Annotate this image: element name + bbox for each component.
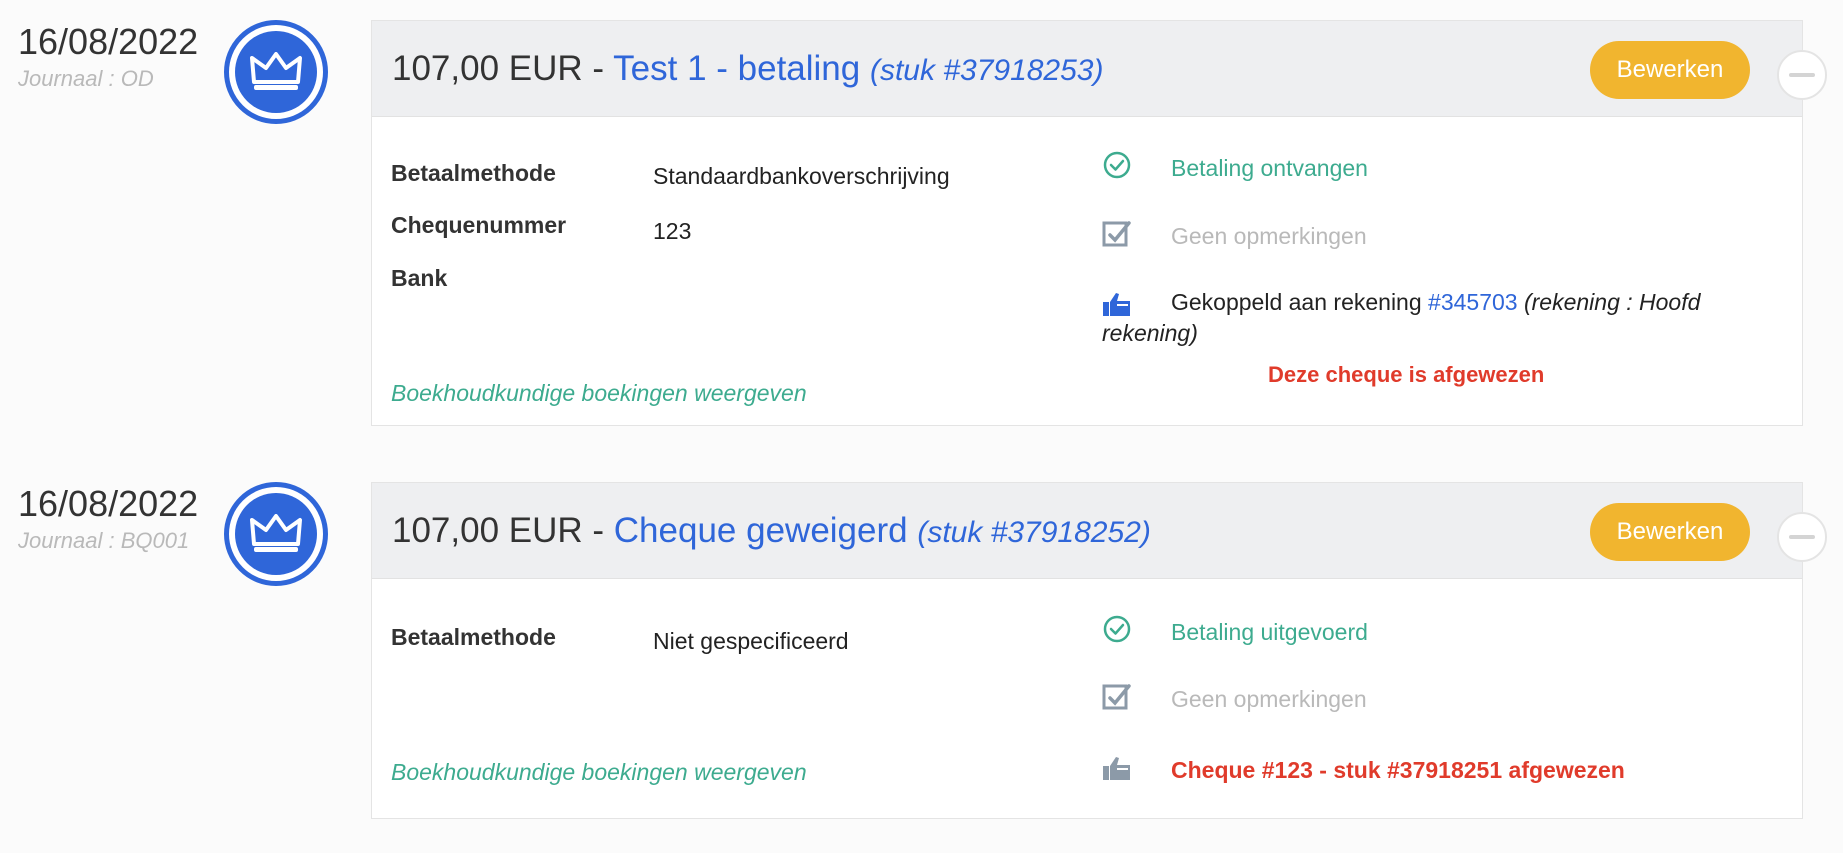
linked-account-text: Gekoppeld aan rekening #345703 (rekening… <box>1102 289 1701 346</box>
entry-date: 16/08/2022 <box>18 21 199 62</box>
entry-date-column: 16/08/2022 Journaal : OD <box>18 20 218 92</box>
piece-number[interactable]: (stuk #37918252) <box>917 516 1151 549</box>
edit-note-icon <box>1102 221 1131 247</box>
collapse-button[interactable] <box>1777 50 1827 100</box>
field-value-payment-method: Standaardbankoverschrijving <box>653 163 950 189</box>
field-value-payment-method: Niet gespecificeerd <box>653 628 849 654</box>
payment-card: 107,00 EUR - Cheque geweigerd (stuk #379… <box>371 482 1827 819</box>
linked-account-link[interactable]: #345703 <box>1428 289 1518 315</box>
check-circle-icon <box>1103 151 1131 179</box>
entry-date: 16/08/2022 <box>18 483 199 524</box>
payment-status: Betaling uitgevoerd <box>1171 619 1368 645</box>
minus-icon <box>1789 535 1815 539</box>
card-title: 107,00 EUR - Cheque geweigerd (stuk #379… <box>392 511 1151 550</box>
payment-title-link[interactable]: Test 1 - betaling <box>613 49 860 88</box>
piece-number[interactable]: (stuk #37918253) <box>870 54 1104 87</box>
payment-title-link[interactable]: Cheque geweigerd <box>614 511 908 550</box>
rejected-notice: Deze cheque is afgewezen <box>1268 362 1545 387</box>
card-header: 107,00 EUR - Cheque geweigerd (stuk #379… <box>372 483 1827 579</box>
rejected-notice: Cheque #123 - stuk #37918251 afgewezen <box>1171 757 1625 783</box>
remarks-status: Geen opmerkingen <box>1171 686 1367 712</box>
avatar <box>224 482 328 586</box>
entry-journal: Journaal : BQ001 <box>18 528 190 553</box>
field-label-cheque-number: Chequenummer <box>391 212 567 238</box>
check-circle-icon <box>1103 615 1131 643</box>
payment-amount: 107,00 EUR <box>392 49 583 88</box>
field-label-payment-method: Betaalmethode <box>391 624 556 650</box>
edit-note-icon <box>1102 684 1131 710</box>
crown-icon <box>250 514 302 552</box>
payment-card: 107,00 EUR - Test 1 - betaling (stuk #37… <box>371 20 1827 426</box>
bookings-link[interactable]: Boekhoudkundige boekingen weergeven <box>391 380 807 407</box>
remarks-status: Geen opmerkingen <box>1171 223 1367 249</box>
crown-icon <box>250 52 302 90</box>
card-title: 107,00 EUR - Test 1 - betaling (stuk #37… <box>392 49 1104 88</box>
thumbs-up-icon <box>1103 757 1130 780</box>
field-label-bank: Bank <box>391 265 448 291</box>
minus-icon <box>1789 73 1815 77</box>
entry-date-column: 16/08/2022 Journaal : BQ001 <box>18 482 218 554</box>
edit-button[interactable]: Bewerken <box>1590 503 1750 561</box>
card-header: 107,00 EUR - Test 1 - betaling (stuk #37… <box>372 21 1827 117</box>
bookings-link[interactable]: Boekhoudkundige boekingen weergeven <box>391 759 807 786</box>
payment-amount: 107,00 EUR <box>392 511 583 550</box>
edit-button[interactable]: Bewerken <box>1590 41 1750 99</box>
payment-status: Betaling ontvangen <box>1171 155 1368 181</box>
entry-journal: Journaal : OD <box>18 66 154 91</box>
field-value-cheque-number: 123 <box>653 218 692 244</box>
field-label-payment-method: Betaalmethode <box>391 160 556 186</box>
avatar <box>224 20 328 124</box>
collapse-button[interactable] <box>1777 512 1827 562</box>
